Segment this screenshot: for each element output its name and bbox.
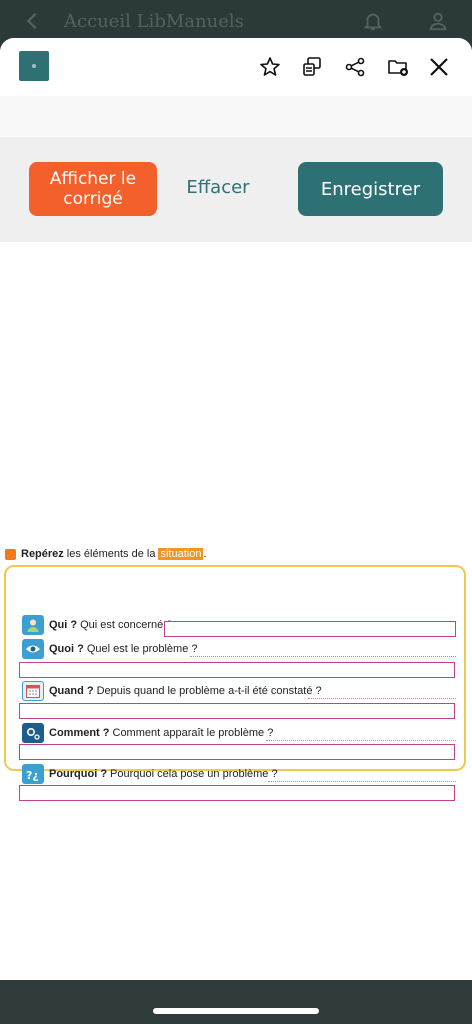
question-text: Quel est le problème ? [86, 643, 198, 655]
document-icon [19, 51, 49, 81]
question-icon: ?¿ [22, 764, 44, 784]
instruction-verb: Repérez [21, 548, 64, 560]
answer-field-quand[interactable] [19, 703, 455, 719]
dotted-line [308, 698, 456, 699]
eye-icon [22, 639, 44, 659]
dotted-line [190, 656, 456, 657]
answer-field-comment[interactable] [19, 744, 455, 760]
question-label: Quoi ? [49, 643, 84, 655]
orange-marker-icon [5, 548, 16, 560]
instruction-highlight: situation [158, 548, 204, 560]
bell-icon[interactable] [362, 10, 384, 32]
question-label: Pourquoi ? [49, 768, 108, 780]
dotted-line [268, 781, 456, 782]
share-icon[interactable] [342, 54, 368, 80]
question-pourquoi: ?¿ Pourquoi ? Pourquoi cela pose un prob… [22, 764, 278, 784]
question-text: Comment apparaît le problème ? [112, 727, 274, 739]
question-text: Pourquoi cela pose un problème ? [110, 768, 278, 780]
show-answer-button[interactable]: Afficher le corrigé [29, 162, 157, 216]
question-label: Quand ? [49, 685, 94, 697]
save-button[interactable]: Enregistrer [298, 162, 443, 216]
calendar-icon [22, 681, 44, 701]
exercise-instruction: Repérez les éléments de la situation . [5, 546, 207, 562]
clear-button[interactable]: Effacer [176, 177, 260, 203]
question-text: Qui est concerné ? [80, 619, 173, 631]
gears-icon [22, 723, 44, 743]
exercise-block: Repérez les éléments de la situation . Q… [0, 543, 472, 801]
answer-field-qui[interactable] [164, 621, 456, 637]
instruction-text: les éléments de la [66, 548, 156, 560]
home-indicator[interactable] [153, 1008, 319, 1014]
answer-field-quoi[interactable] [19, 662, 455, 678]
question-quoi: Quoi ? Quel est le problème ? [22, 639, 198, 659]
question-label: Qui ? [49, 619, 78, 631]
answer-field-pourquoi[interactable] [19, 785, 455, 801]
toolbar-divider-band [0, 96, 472, 136]
svg-text:?¿: ?¿ [26, 769, 39, 782]
action-bar: Afficher le corrigé Effacer Enregistrer [0, 137, 472, 242]
person-icon [22, 615, 44, 635]
instruction-end: . [203, 548, 207, 560]
exercise-sheet: Afficher le corrigé Effacer Enregistrer … [0, 38, 472, 980]
question-text: Depuis quand le problème a-t-il été cons… [96, 685, 322, 697]
bottom-bar [0, 980, 472, 1024]
sheet-toolbar [0, 38, 472, 96]
question-label: Comment ? [49, 727, 110, 739]
folder-add-icon[interactable] [385, 54, 411, 80]
dotted-line [266, 740, 456, 741]
app-title: Accueil LibManuels [64, 11, 244, 32]
user-icon[interactable] [427, 10, 449, 32]
question-comment: Comment ? Comment apparaît le problème ? [22, 723, 273, 743]
question-quand: Quand ? Depuis quand le problème a-t-il … [22, 681, 322, 701]
back-chevron-icon[interactable] [22, 10, 44, 32]
question-qui: Qui ? Qui est concerné ? [22, 615, 172, 635]
close-icon[interactable] [426, 54, 452, 80]
copy-icon[interactable] [299, 54, 325, 80]
star-icon[interactable] [257, 54, 283, 80]
